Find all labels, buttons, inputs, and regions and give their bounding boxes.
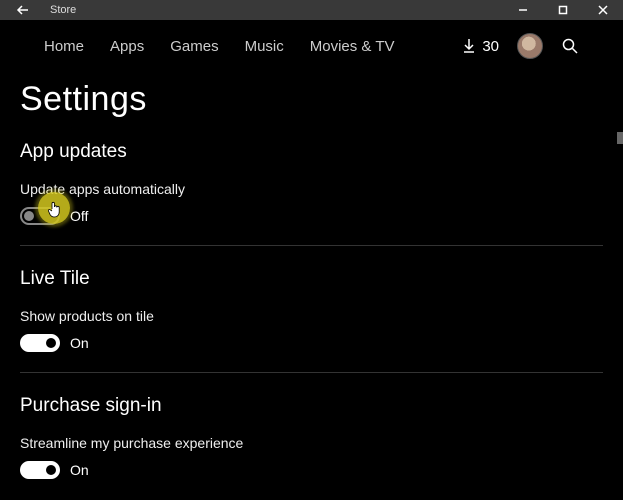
label-update-apps: Update apps automatically (20, 181, 603, 197)
section-app-updates: App updates Update apps automatically Of… (20, 141, 603, 225)
section-title-app-updates: App updates (20, 141, 603, 163)
nav-home[interactable]: Home (44, 38, 84, 55)
toggle-knob (46, 465, 56, 475)
search-button[interactable] (561, 37, 579, 55)
label-streamline-purchase: Streamline my purchase experience (20, 435, 603, 451)
close-icon (598, 5, 608, 15)
toggle-knob (46, 338, 56, 348)
settings-content: Settings App updates Update apps automat… (0, 72, 623, 500)
window-titlebar: Store (0, 0, 623, 20)
download-count: 30 (482, 38, 499, 55)
downloads-indicator[interactable]: 30 (462, 38, 499, 55)
toggle-value-update-apps: Off (70, 208, 88, 224)
minimize-icon (518, 5, 528, 15)
minimize-button[interactable] (503, 0, 543, 20)
nav-apps[interactable]: Apps (110, 38, 144, 55)
nav-games[interactable]: Games (170, 38, 218, 55)
window-title: Store (46, 0, 76, 20)
back-button[interactable] (0, 0, 46, 20)
close-button[interactable] (583, 0, 623, 20)
section-title-live-tile: Live Tile (20, 268, 603, 290)
search-icon (561, 37, 579, 55)
download-icon (462, 38, 476, 54)
toggle-knob (24, 211, 34, 221)
toggle-show-products[interactable] (20, 334, 60, 352)
divider (20, 245, 603, 246)
nav-movies[interactable]: Movies & TV (310, 38, 395, 55)
toggle-update-apps[interactable] (20, 207, 60, 225)
toggle-value-streamline-purchase: On (70, 462, 89, 478)
nav-music[interactable]: Music (245, 38, 284, 55)
divider (20, 372, 603, 373)
label-show-products: Show products on tile (20, 308, 603, 324)
section-live-tile: Live Tile Show products on tile On (20, 268, 603, 352)
toggle-value-show-products: On (70, 335, 89, 351)
navbar: Home Apps Games Music Movies & TV 30 (0, 20, 623, 72)
avatar[interactable] (517, 33, 543, 59)
page-title: Settings (20, 80, 603, 119)
maximize-button[interactable] (543, 0, 583, 20)
section-purchase-signin: Purchase sign-in Streamline my purchase … (20, 395, 603, 479)
section-title-purchase: Purchase sign-in (20, 395, 603, 417)
toggle-streamline-purchase[interactable] (20, 461, 60, 479)
arrow-left-icon (16, 3, 30, 17)
maximize-icon (558, 5, 568, 15)
